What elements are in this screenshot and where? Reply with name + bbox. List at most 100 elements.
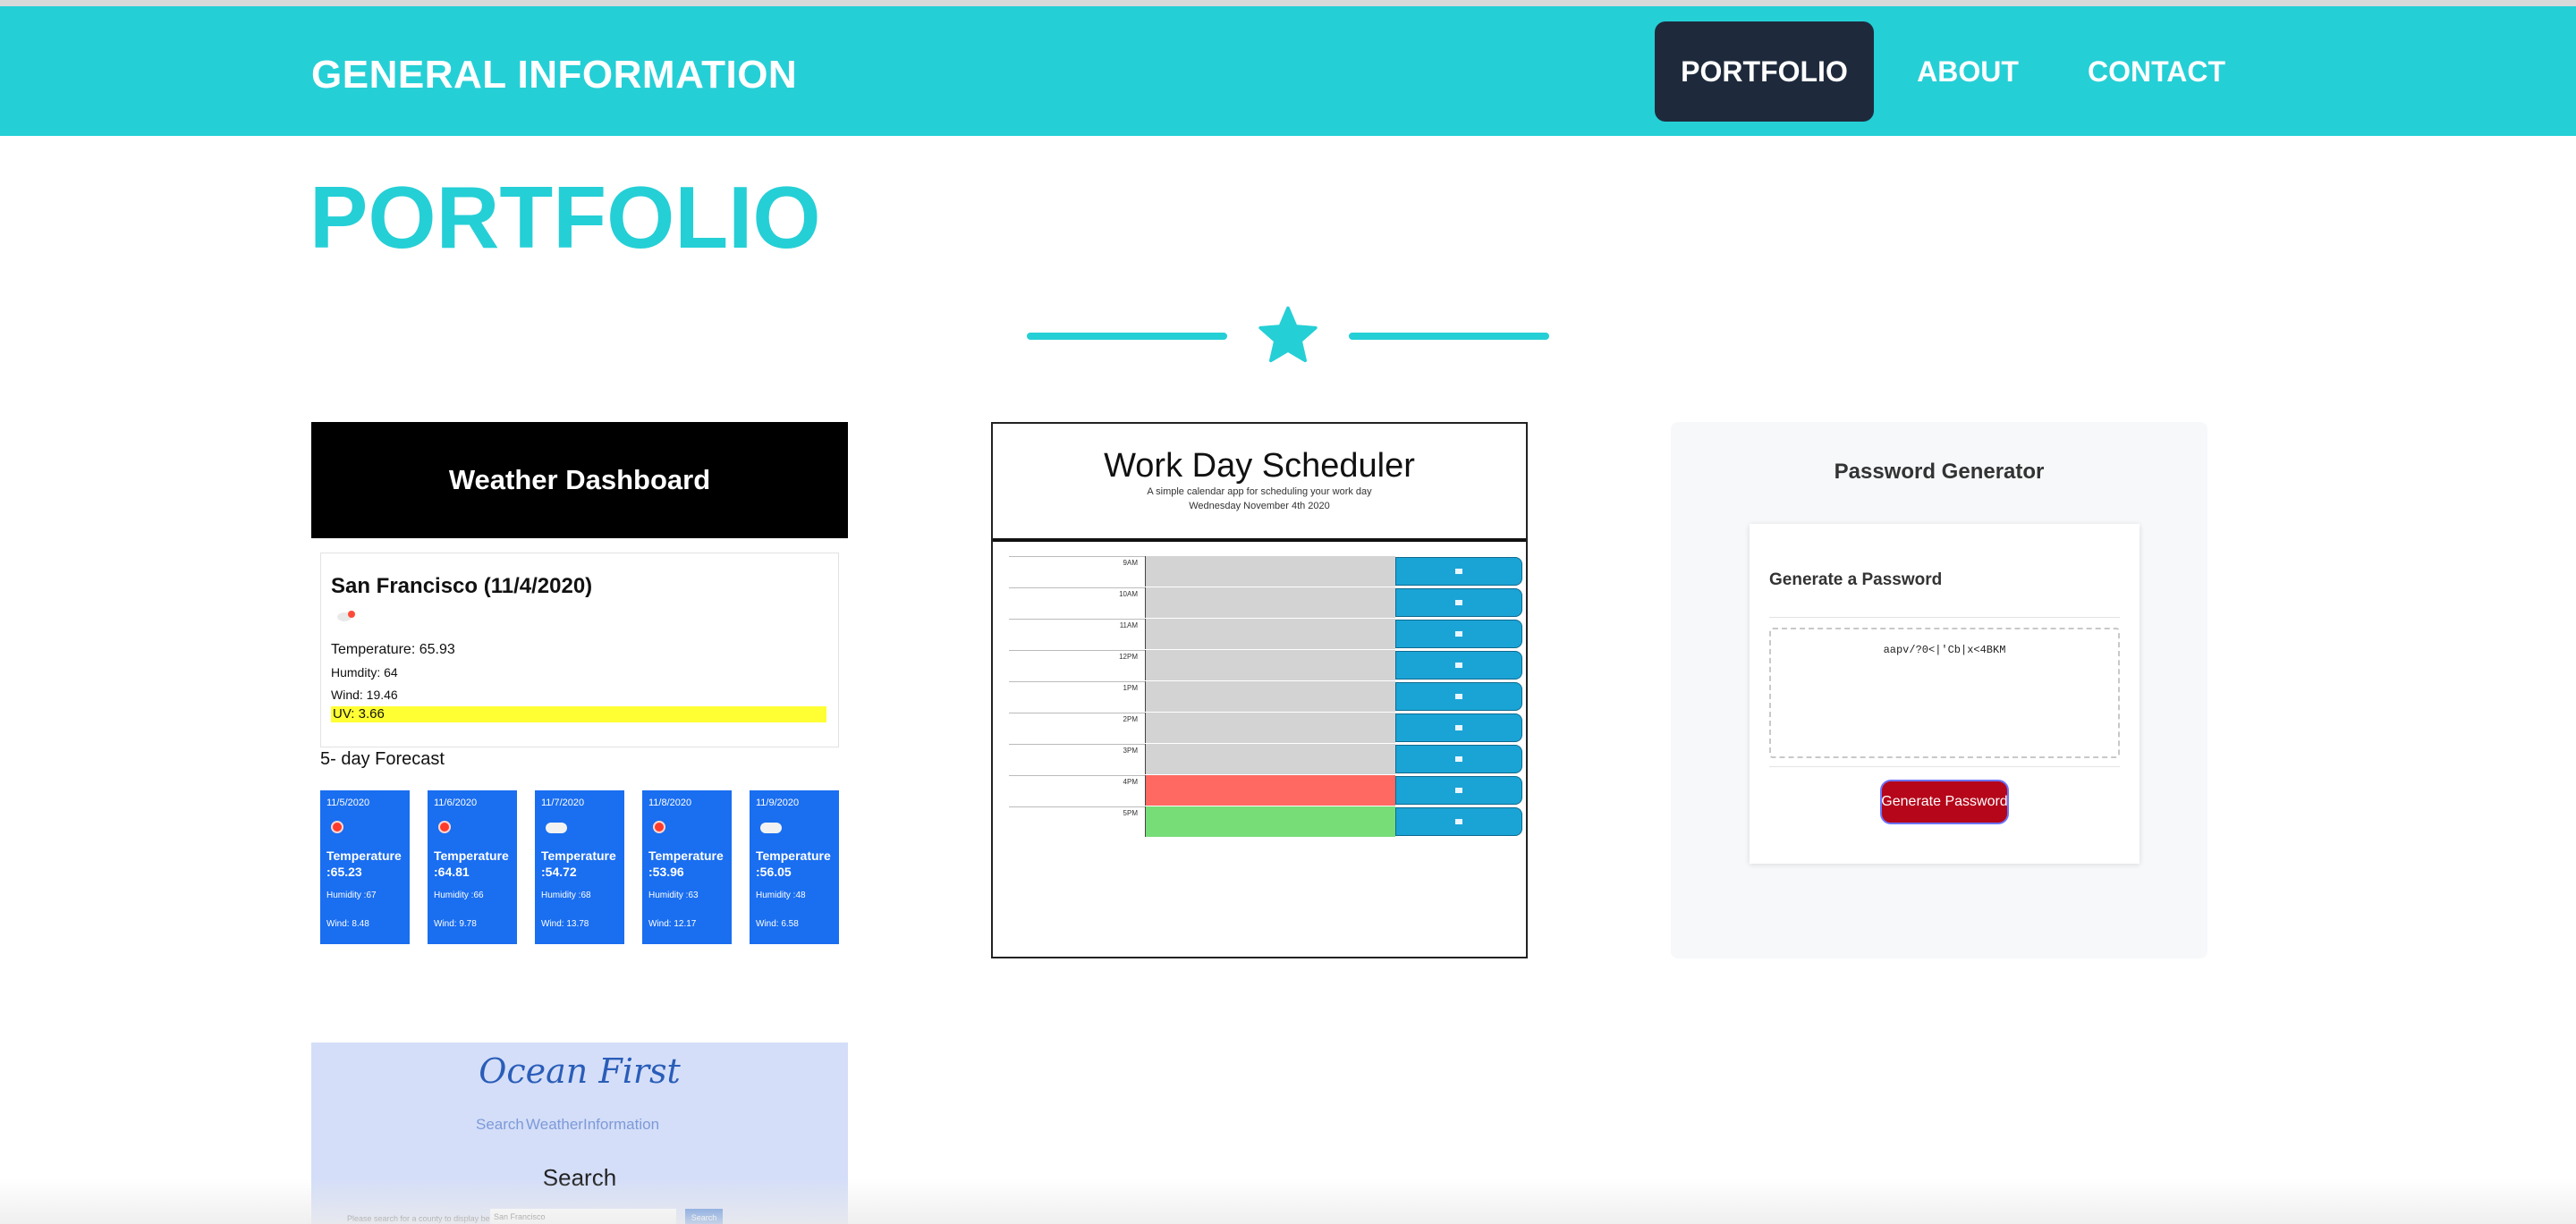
save-button: [1395, 651, 1522, 680]
time-block-row: 1PM: [1009, 681, 1522, 712]
forecast-card: 11/9/2020 Temperature :56.05 Humidity :4…: [750, 790, 839, 944]
password-divider: [1769, 617, 2120, 618]
ocean-search-button: Search: [685, 1209, 723, 1224]
ocean-nav-weather: Weather: [526, 1116, 583, 1133]
nav-portfolio-link[interactable]: PORTFOLIO: [1655, 21, 1874, 122]
time-block-textarea: [1145, 806, 1395, 837]
sun-icon: [438, 821, 451, 833]
scheduler-subtitle: A simple calendar app for scheduling you…: [1147, 486, 1372, 497]
time-block-textarea: [1145, 713, 1395, 743]
scheduler-title: Work Day Scheduler: [1104, 447, 1415, 485]
time-block-row: 2PM: [1009, 713, 1522, 743]
save-icon: [1455, 631, 1462, 637]
save-button: [1395, 557, 1522, 586]
divider-line-left: [1027, 333, 1227, 340]
weather-header: Weather Dashboard: [311, 422, 848, 538]
navbar: GENERAL INFORMATION PORTFOLIO ABOUT CONT…: [0, 6, 2576, 136]
time-block-row: 9AM: [1009, 556, 1522, 587]
time-block-row: 12PM: [1009, 650, 1522, 680]
save-icon: [1455, 756, 1462, 762]
save-button: [1395, 713, 1522, 742]
ocean-search-input: San Francisco: [490, 1209, 676, 1224]
forecast-humidity: Humidity :63: [648, 891, 699, 900]
password-title: Password Generator: [1834, 460, 2045, 484]
forecast-humidity: Humidity :67: [326, 891, 377, 900]
time-block-row: 5PM: [1009, 806, 1522, 837]
forecast-humidity: Humidity :68: [541, 891, 591, 900]
sun-icon: [331, 821, 343, 833]
divider-line-right: [1349, 333, 1549, 340]
forecast-temp: Temperature :64.81: [434, 848, 509, 879]
forecast-temp: Temperature :53.96: [648, 848, 724, 879]
forecast-card: 11/7/2020 Temperature :54.72 Humidity :6…: [535, 790, 624, 944]
save-icon: [1455, 725, 1462, 730]
sun-icon: [653, 821, 665, 833]
forecast-date: 11/5/2020: [326, 798, 370, 808]
time-block-row: 3PM: [1009, 744, 1522, 774]
weather-city: San Francisco (11/4/2020): [331, 574, 593, 598]
ocean-title: Ocean First: [479, 1051, 681, 1091]
forecast-wind: Wind: 12.17: [648, 919, 697, 929]
save-icon: [1455, 663, 1462, 668]
weather-humidity: Humdity: 64: [331, 665, 398, 680]
project-card-weather[interactable]: Weather Dashboard San Francisco (11/4/20…: [311, 422, 848, 958]
forecast-card: 11/5/2020 Temperature :65.23 Humidity :6…: [320, 790, 410, 944]
password-divider: [1769, 766, 2120, 767]
save-button: [1395, 745, 1522, 773]
weather-uv-index: UV: 3.66: [331, 706, 826, 722]
forecast-card: 11/8/2020 Temperature :53.96 Humidity :6…: [642, 790, 732, 944]
star-icon: [1258, 306, 1318, 363]
scheduler-date: Wednesday November 4th 2020: [1189, 501, 1330, 511]
time-block-textarea: [1145, 681, 1395, 712]
save-button: [1395, 588, 1522, 617]
brand-link[interactable]: GENERAL INFORMATION: [311, 53, 797, 97]
ocean-search-heading: Search: [542, 1164, 617, 1191]
cloud-icon: [546, 823, 567, 833]
time-block-hour: 11AM: [1009, 619, 1145, 648]
time-block-hour: 12PM: [1009, 650, 1145, 680]
time-block-hour: 10AM: [1009, 587, 1145, 617]
time-block-hour: 4PM: [1009, 775, 1145, 805]
project-card-password[interactable]: Password Generator Generate a Password a…: [1671, 422, 2207, 958]
scheduler-divider: [993, 538, 1526, 542]
save-button: [1395, 807, 1522, 836]
forecast-humidity: Humidity :66: [434, 891, 484, 900]
save-icon: [1455, 600, 1462, 605]
weather-wind: Wind: 19.46: [331, 688, 398, 702]
save-icon: [1455, 694, 1462, 699]
time-block-row: 4PM: [1009, 775, 1522, 806]
forecast-wind: Wind: 9.78: [434, 919, 477, 929]
forecast-date: 11/7/2020: [541, 798, 585, 808]
forecast-date: 11/6/2020: [434, 798, 478, 808]
project-card-scheduler[interactable]: Work Day Scheduler A simple calendar app…: [991, 422, 1528, 958]
time-block-hour: 1PM: [1009, 681, 1145, 711]
time-block-textarea: [1145, 556, 1395, 587]
cloud-sun-icon: [337, 611, 355, 621]
forecast-wind: Wind: 8.48: [326, 919, 369, 929]
weather-temperature: Temperature: 65.93: [331, 642, 455, 657]
time-block-textarea: [1145, 775, 1395, 806]
save-icon: [1455, 788, 1462, 793]
project-card-ocean[interactable]: Ocean First Search Weather Information S…: [311, 1043, 848, 1224]
password-value: aapv/?0<|'Cb|x<4BKM: [1883, 644, 2006, 656]
cloud-icon: [760, 823, 782, 833]
forecast-card: 11/6/2020 Temperature :64.81 Humidity :6…: [428, 790, 517, 944]
save-button: [1395, 620, 1522, 648]
time-block-row: 10AM: [1009, 587, 1522, 618]
save-button: [1395, 682, 1522, 711]
ocean-search-prompt: Please search for a county to display be…: [347, 1214, 512, 1223]
forecast-title: 5- day Forecast: [320, 749, 445, 769]
time-block-textarea: [1145, 744, 1395, 774]
save-icon: [1455, 569, 1462, 574]
forecast-date: 11/9/2020: [756, 798, 800, 808]
generate-password-button: Generate Password: [1880, 780, 2009, 824]
nav-about-link[interactable]: ABOUT: [1903, 21, 2032, 122]
forecast-wind: Wind: 13.78: [541, 919, 589, 929]
nav-contact-link[interactable]: CONTACT: [2063, 21, 2250, 122]
time-block-hour: 3PM: [1009, 744, 1145, 773]
forecast-temp: Temperature :56.05: [756, 848, 831, 879]
ocean-nav-search: Search: [476, 1116, 524, 1133]
forecast-temp: Temperature :65.23: [326, 848, 402, 879]
password-subtitle: Generate a Password: [1769, 570, 1943, 589]
time-block-hour: 2PM: [1009, 713, 1145, 742]
